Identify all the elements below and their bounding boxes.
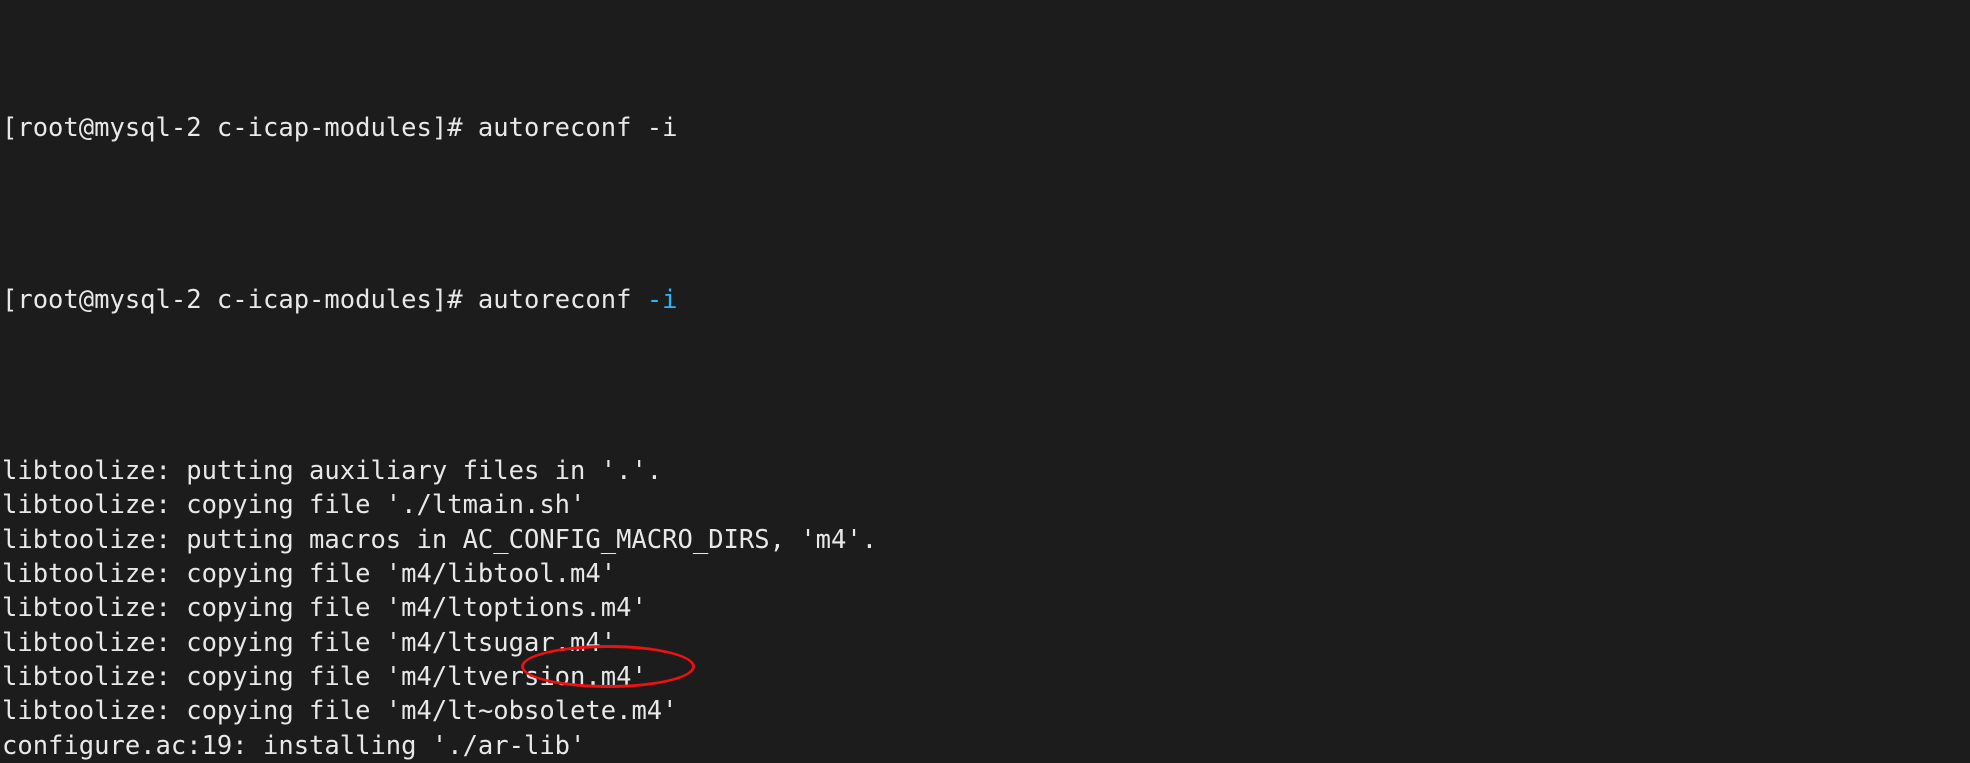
command-line-autoreconf: [root@mysql-2 c-icap-modules]# autorecon… <box>2 283 1403 317</box>
shell-prompt: [root@mysql-2 c-icap-modules]# <box>2 284 463 315</box>
output-line: configure.ac:19: installing './ar-lib' <box>2 729 1403 763</box>
output-line: libtoolize: copying file 'm4/libtool.m4' <box>2 557 1403 591</box>
output-line: libtoolize: copying file 'm4/ltoptions.m… <box>2 591 1403 625</box>
command-text: autoreconf <box>462 284 632 315</box>
output-line: libtoolize: putting macros in AC_CONFIG_… <box>2 523 1403 557</box>
output-line-text: libtoolize: copying file './ltmain.sh' <box>2 490 586 521</box>
output-line-text: libtoolize: copying file 'm4/ltversion.m… <box>2 661 647 692</box>
output-line-text: libtoolize: copying file 'm4/ltoptions.m… <box>2 593 647 624</box>
output-line: libtoolize: copying file 'm4/ltsugar.m4' <box>2 626 1403 660</box>
output-line: libtoolize: putting auxiliary files in '… <box>2 454 1403 488</box>
clipped-top-line-text: [root@mysql-2 c-icap-modules]# autorecon… <box>2 113 678 144</box>
autoreconf-output: libtoolize: putting auxiliary files in '… <box>2 454 1403 763</box>
output-line-text: libtoolize: copying file 'm4/libtool.m4' <box>2 559 617 590</box>
output-line: libtoolize: copying file 'm4/lt~obsolete… <box>2 694 1403 728</box>
clipped-top-line: [root@mysql-2 c-icap-modules]# autorecon… <box>2 111 1403 145</box>
terminal-window[interactable]: [root@mysql-2 c-icap-modules]# autorecon… <box>0 0 1970 763</box>
output-line: libtoolize: copying file './ltmain.sh' <box>2 488 1403 522</box>
output-line-text: configure.ac:19: installing './ar-lib' <box>2 730 586 761</box>
output-line-text: libtoolize: putting macros in AC_CONFIG_… <box>2 524 878 555</box>
output-line: libtoolize: copying file 'm4/ltversion.m… <box>2 660 1403 694</box>
command-flag: -i <box>631 284 678 315</box>
output-line-text: libtoolize: copying file 'm4/ltsugar.m4' <box>2 627 617 658</box>
output-line-text: libtoolize: putting auxiliary files in '… <box>2 456 663 487</box>
terminal-screen: [root@mysql-2 c-icap-modules]# autorecon… <box>2 0 1403 763</box>
output-line-text: libtoolize: copying file 'm4/lt~obsolete… <box>2 696 678 727</box>
